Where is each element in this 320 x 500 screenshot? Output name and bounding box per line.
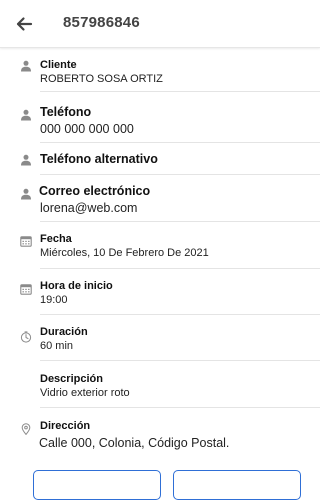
detail-row-hora-inicio[interactable]: Hora de inicio 19:00 <box>0 276 320 312</box>
divider <box>40 91 320 92</box>
detail-row-fecha[interactable]: Fecha Miércoles, 10 De Febrero De 2021 <box>0 229 320 265</box>
action-button-left[interactable] <box>33 470 161 500</box>
detail-row-direccion[interactable]: Dirección Calle 000, Colonia, Código Pos… <box>0 415 320 455</box>
timer-icon <box>19 330 33 344</box>
back-button[interactable] <box>10 10 38 38</box>
fecha-value: Miércoles, 10 De Febrero De 2021 <box>40 247 209 259</box>
divider <box>40 221 320 222</box>
page-title: 857986846 <box>63 14 140 31</box>
detail-row-duracion[interactable]: Duración 60 min <box>0 322 320 358</box>
person-icon <box>19 153 33 167</box>
cliente-label: Cliente <box>40 59 77 71</box>
descripcion-value: Vidrio exterior roto <box>40 387 130 399</box>
correo-value: lorena@web.com <box>40 201 138 215</box>
person-icon <box>19 59 33 73</box>
direccion-label: Dirección <box>40 420 91 432</box>
location-pin-icon <box>19 422 33 436</box>
telefono-value: 000 000 000 000 <box>40 122 134 136</box>
cliente-value: ROBERTO SOSA ORTIZ <box>40 73 163 85</box>
direccion-value: Calle 000, Colonia, Código Postal. <box>39 436 230 450</box>
divider <box>40 407 320 408</box>
calendar-icon <box>19 234 33 248</box>
divider <box>40 268 320 269</box>
app-bar: 857986846 <box>0 0 320 48</box>
divider <box>40 314 320 315</box>
descripcion-label: Descripción <box>40 373 103 385</box>
divider <box>40 360 320 361</box>
person-icon <box>19 108 33 122</box>
calendar-icon <box>19 282 33 296</box>
detail-row-telefono-alternativo[interactable]: Teléfono alternativo <box>0 148 320 174</box>
telefono-alternativo-label: Teléfono alternativo <box>40 152 158 166</box>
detail-row-descripcion: Descripción Vidrio exterior roto <box>0 369 320 405</box>
detail-row-telefono[interactable]: Teléfono 000 000 000 000 <box>0 100 320 142</box>
hora-inicio-value: 19:00 <box>40 294 68 306</box>
duracion-value: 60 min <box>40 340 74 352</box>
hora-inicio-label: Hora de inicio <box>40 280 113 292</box>
action-button-right[interactable] <box>173 470 301 500</box>
detail-row-cliente: Cliente ROBERTO SOSA ORTIZ <box>0 56 320 92</box>
telefono-label: Teléfono <box>40 105 92 119</box>
arrow-left-icon <box>16 17 33 31</box>
duracion-label: Duración <box>40 326 88 338</box>
divider <box>40 174 320 175</box>
fecha-label: Fecha <box>40 233 72 245</box>
correo-label: Correo electrónico <box>39 184 151 198</box>
divider <box>40 142 320 143</box>
detail-row-correo[interactable]: Correo electrónico lorena@web.com <box>0 180 320 220</box>
person-icon <box>19 187 33 201</box>
